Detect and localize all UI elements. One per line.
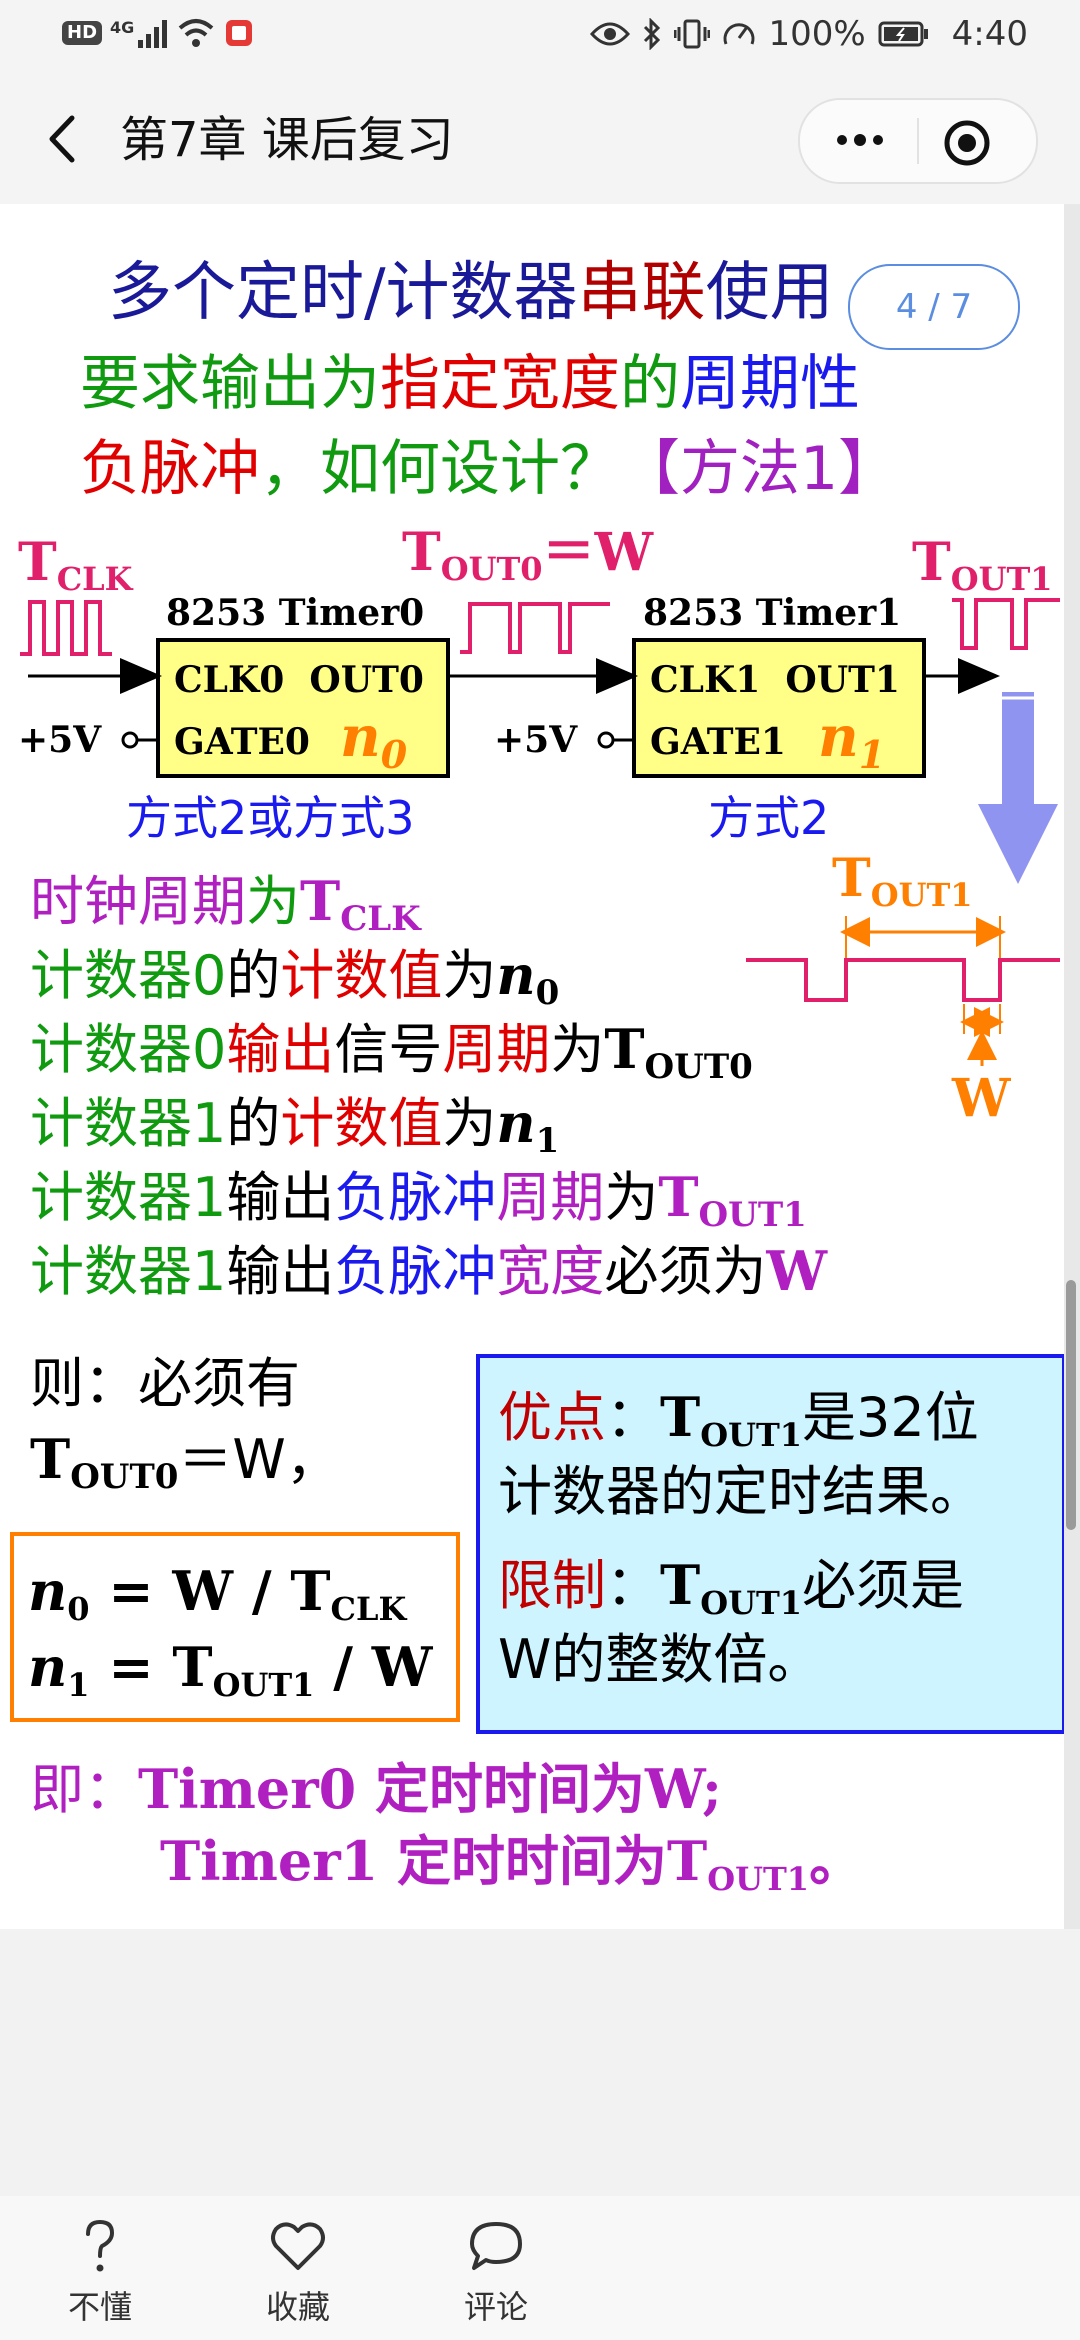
wf-w-label: W [951, 1068, 1012, 1129]
more-dots-icon[interactable] [828, 120, 892, 160]
timer1-gate: GATE1 [650, 721, 786, 763]
clk-waveform [20, 600, 112, 656]
timer0-pins: CLK0 OUT0 [174, 659, 424, 701]
line-counter1-width: 计数器1输出负脉冲宽度必须为W [30, 1239, 828, 1303]
comment-bubble-icon [470, 2222, 522, 2270]
title-bar: 第7章 课后复习 [0, 76, 1080, 204]
favorite-button[interactable]: 收藏 [228, 2216, 368, 2328]
scroll-thumb[interactable] [1066, 1280, 1076, 1530]
dont-understand-label: 不懂 [67, 2288, 132, 2326]
line-clock-period: 时钟周期为TCLK [30, 869, 422, 939]
heart-icon [271, 2222, 325, 2270]
status-left: HD 4G [62, 18, 254, 48]
output-pulse-waveform [746, 958, 1060, 1002]
wf-tout1-label: TOUT1 [832, 848, 973, 914]
comment-label: 评论 [463, 2288, 528, 2326]
timer1-mode: 方式2 [708, 791, 829, 845]
timer0-title: 8253 Timer0 [166, 592, 424, 634]
status-bar: HD 4G 100% 4:40 [0, 0, 1080, 76]
network-type: 4G [110, 18, 135, 37]
slide-content: 多个定时/计数器串联使用 要求输出为指定宽度的周期性 负脉冲，如何设计？【方法1… [0, 204, 1064, 1929]
limitation-line-2: W的整数倍。 [498, 1628, 821, 1691]
favorite-label: 收藏 [265, 2288, 330, 2326]
tout0-label: TOUT0＝W [402, 522, 655, 588]
battery-icon [878, 21, 928, 47]
timer0-mode: 方式2或方式3 [126, 791, 415, 845]
question-line-2: 负脉冲，如何设计？【方法1】 [80, 434, 898, 504]
timer1-title: 8253 Timer1 [643, 592, 901, 634]
bluetooth-icon [644, 18, 661, 50]
question-icon [86, 2219, 115, 2272]
tout0-waveform [460, 602, 610, 654]
slide-title: 多个定时/计数器串联使用 [108, 256, 834, 330]
page-indicator: 4 / 7 [848, 264, 1020, 350]
tclk-label: TCLK [18, 532, 134, 598]
timer0-gate: GATE0 [174, 721, 310, 763]
wifi-icon [178, 19, 214, 47]
tout1-label: TOUT1 [912, 532, 1053, 598]
battery-percent: 100% [768, 14, 866, 54]
clock-time: 4:40 [951, 14, 1028, 54]
gate1-terminal [597, 731, 615, 749]
timer1-pins: CLK1 OUT1 [650, 659, 900, 701]
status-right: 100% 4:40 [590, 14, 1028, 54]
summary-line-2: Timer1 定时时间为TOUT1。 [160, 1829, 863, 1898]
then-equation: TOUT0＝W， [30, 1427, 340, 1497]
slide-canvas: 多个定时/计数器串联使用 要求输出为指定宽度的周期性 负脉冲，如何设计？【方法1… [10, 256, 1064, 1898]
line-counter1-period: 计数器1输出负脉冲周期为TOUT1 [30, 1165, 807, 1235]
page-title: 第7章 课后复习 [120, 112, 454, 168]
scroll-track [1064, 204, 1080, 1929]
bottom-action-bar: 不懂 收藏 评论 [0, 2196, 1080, 2340]
then-line: 则：必须有 [30, 1352, 300, 1415]
summary-line-1: 即：Timer0 定时时间为W; [30, 1757, 722, 1821]
big-down-arrow [978, 692, 1058, 884]
vibrate-icon [674, 19, 711, 49]
eye-icon [590, 22, 631, 46]
tout1-waveform [952, 598, 1060, 650]
line-counter0-value: 计数器0的计数值为n0 [30, 943, 559, 1013]
plus5v-gate0: +5V [18, 719, 102, 761]
gate0-terminal [121, 731, 139, 749]
comment-button[interactable]: 评论 [426, 2216, 566, 2328]
hd-badge: HD [62, 21, 103, 45]
line-counter0-output: 计数器0输出信号周期为TOUT0 [30, 1017, 753, 1087]
signal-icon [138, 20, 168, 48]
speed-gauge-icon [723, 23, 755, 45]
back-arrow-icon[interactable] [42, 114, 82, 164]
line-counter1-value: 计数器1的计数值为n1 [30, 1091, 559, 1161]
mini-program-capsule [798, 98, 1038, 184]
capsule-divider [917, 118, 919, 164]
advantage-line-2: 计数器的定时结果。 [498, 1460, 984, 1523]
plus5v-gate1: +5V [494, 719, 578, 761]
dont-understand-button[interactable]: 不懂 [30, 2216, 170, 2328]
app-notification-icon [226, 20, 253, 46]
close-target-icon[interactable] [940, 116, 994, 170]
question-line-1: 要求输出为指定宽度的周期性 [80, 349, 860, 419]
